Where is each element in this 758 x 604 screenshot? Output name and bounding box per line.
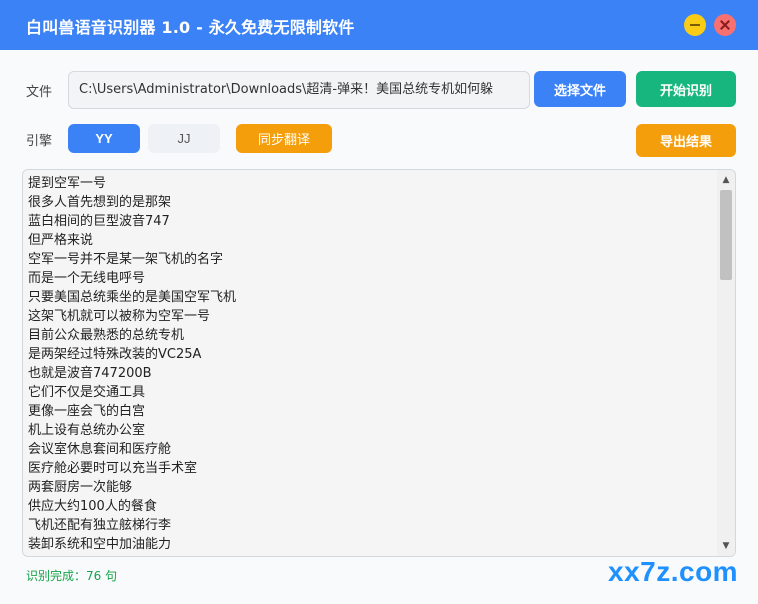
title-bar: 白叫兽语音识别器 1.0 - 永久免费无限制软件 xyxy=(0,0,758,50)
engine-label: 引擎 xyxy=(26,134,53,149)
file-path-input[interactable]: C:\Users\Administrator\Downloads\超清-弹来！美… xyxy=(68,71,530,109)
results-textarea[interactable]: 提到空军一号很多人首先想到的是那架 蓝白相间的巨型波音747 但严格来说空军一号并不… xyxy=(22,169,736,557)
engine-option-yy[interactable]: YY xyxy=(68,124,140,153)
result-line: 蓝白相间的巨型波音747 xyxy=(28,214,170,229)
result-line: 也就是波音747200B xyxy=(28,366,152,381)
engine-option-jj[interactable]: JJ xyxy=(148,124,220,153)
result-line: 供应大约100人的餐食 xyxy=(28,499,157,514)
result-line: 两套厨房一次能够 xyxy=(28,480,133,495)
result-line: 而是一个无线电呼号 xyxy=(28,271,146,286)
export-results-button[interactable]: 导出结果 xyxy=(636,124,736,157)
file-label: 文件 xyxy=(26,85,53,100)
result-line: 只要美国总统乘坐的是美国空军飞机 xyxy=(28,290,237,305)
result-line: 医疗舱必要时可以充当手术室 xyxy=(28,461,198,476)
result-line: 这架飞机就可以被称为空军一号 xyxy=(28,309,211,324)
scroll-up-icon[interactable]: ▲ xyxy=(717,172,735,188)
scroll-thumb[interactable] xyxy=(720,190,732,280)
result-line: 会议室休息套间和医疗舱 xyxy=(28,442,172,457)
result-line: 它们不仅是交通工具 xyxy=(28,385,146,400)
result-line: 装卸系统和空中加油能力 xyxy=(28,537,172,552)
results-lines: 提到空军一号很多人首先想到的是那架 蓝白相间的巨型波音747 但严格来说空军一号并不… xyxy=(28,174,708,554)
main-panel: 文件 C:\Users\Administrator\Downloads\超清-弹… xyxy=(0,50,758,604)
vertical-scrollbar[interactable]: ▲ ▼ xyxy=(717,170,735,556)
result-line: 但严格来说 xyxy=(28,233,94,248)
sync-translate-button[interactable]: 同步翻译 xyxy=(236,124,332,153)
scroll-down-icon[interactable]: ▼ xyxy=(717,538,735,554)
start-recognition-button[interactable]: 开始识别 xyxy=(636,71,736,107)
minimize-button[interactable] xyxy=(684,14,706,36)
result-line: 是两架经过特殊改装的VC25A xyxy=(28,347,202,362)
result-line: 更像一座会飞的白宫 xyxy=(28,404,146,419)
result-line: 提到空军一号 xyxy=(28,176,107,191)
result-line: 机上设有总统办公室 xyxy=(28,423,146,438)
result-line: 空军一号并不是某一架飞机的名字 xyxy=(28,252,224,267)
result-line: 很多人首先想到的是那架 xyxy=(28,195,172,210)
close-button[interactable] xyxy=(714,14,736,36)
watermark: xx7z.com xyxy=(608,556,739,587)
status-text: 识别完成：76 句 xyxy=(26,569,118,583)
select-file-button[interactable]: 选择文件 xyxy=(534,71,626,107)
result-line: 目前公众最熟悉的总统专机 xyxy=(28,328,185,343)
window-title: 白叫兽语音识别器 1.0 - 永久免费无限制软件 xyxy=(26,18,355,37)
result-line: 飞机还配有独立舷梯行李 xyxy=(28,518,172,533)
